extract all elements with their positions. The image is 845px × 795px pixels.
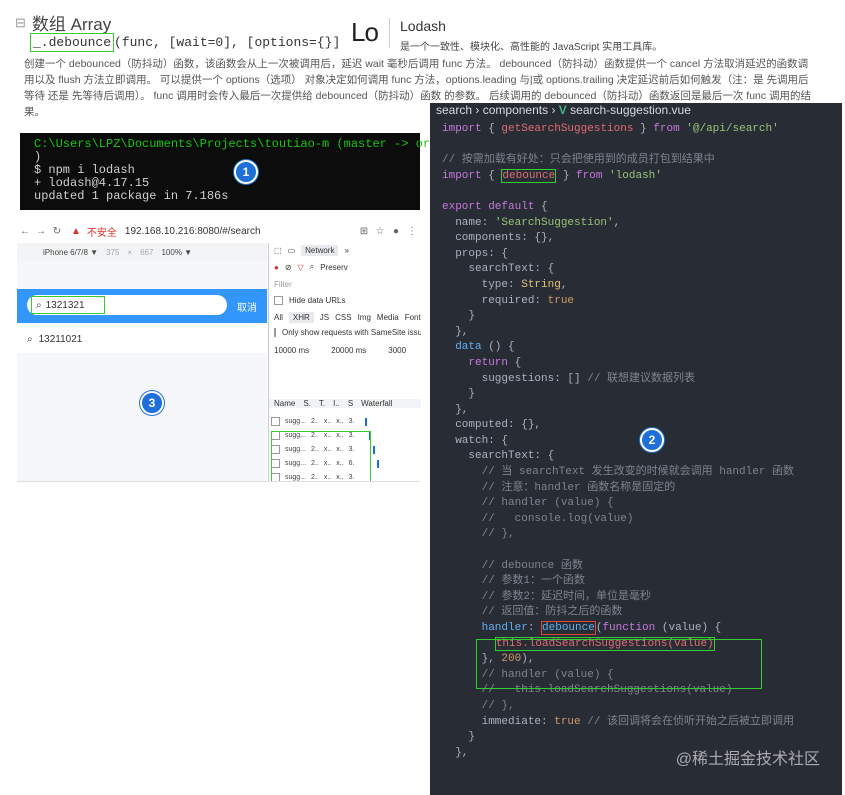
request-type: x.. bbox=[323, 418, 332, 425]
times-icon: × bbox=[127, 247, 133, 257]
lodash-badge: Lo Lodash 是一个一致性、模块化、高性能的 JavaScript 实用工… bbox=[342, 10, 706, 56]
type-xhr[interactable]: XHR bbox=[288, 312, 314, 323]
devtools-tabs: ⬚ ▭ Network » bbox=[269, 245, 421, 256]
type-filters: All XHR JS CSS Img Media Font bbox=[269, 312, 421, 323]
device-toolbar: iPhone 6/7/8 ▼ 375 × 667 100% ▼ bbox=[17, 243, 267, 261]
url-text[interactable]: 192.168.10.216:8080/#/search bbox=[125, 226, 261, 237]
handler-highlight bbox=[476, 639, 762, 689]
table-row[interactable]: sugg... 2.. x.. x.. 3. bbox=[271, 415, 421, 428]
type-css[interactable]: CSS bbox=[335, 313, 351, 322]
back-icon[interactable]: ← bbox=[17, 226, 33, 237]
terminal-prompt-path: C:\Users\LPZ\Documents\Projects\toutiao-… bbox=[34, 137, 459, 151]
timeline-tick: 20000 ms bbox=[331, 346, 367, 355]
step-badge-1: 1 bbox=[234, 160, 258, 184]
column-name[interactable]: Name bbox=[274, 399, 295, 408]
inspect-icon[interactable]: ⬚ bbox=[274, 246, 282, 255]
account-icon[interactable]: ● bbox=[388, 226, 404, 237]
docs-section-title: 数组 Array bbox=[31, 15, 112, 34]
type-all[interactable]: All bbox=[274, 313, 283, 322]
search-bar: ⌕ 1321321 取消 bbox=[17, 289, 267, 323]
debounce-name-highlight: _.debounce bbox=[30, 33, 115, 52]
code-editor[interactable]: search › components › V search-suggestio… bbox=[430, 103, 842, 795]
terminal-window[interactable]: C:\Users\LPZ\Documents\Projects\toutiao-… bbox=[20, 133, 459, 210]
column-type[interactable]: T. bbox=[319, 399, 325, 408]
column-status[interactable]: S. bbox=[303, 399, 311, 408]
samesite-label: Only show requests with SameSite issu bbox=[282, 328, 421, 337]
search-input-highlight: ⌕ 1321321 bbox=[31, 296, 105, 314]
search-icon[interactable]: ⌕ bbox=[310, 262, 314, 272]
lodash-name: Lodash bbox=[400, 18, 446, 34]
waterfall-bar bbox=[365, 417, 368, 426]
suggestion-text: 13211021 bbox=[38, 333, 83, 345]
insecure-label[interactable]: 不安全 bbox=[87, 224, 117, 239]
step-badge-2: 2 bbox=[640, 428, 664, 452]
more-tabs-icon[interactable]: » bbox=[344, 246, 348, 255]
cancel-button[interactable]: 取消 bbox=[237, 299, 257, 314]
filter-input[interactable]: Filter bbox=[269, 280, 421, 289]
device-select[interactable]: iPhone 6/7/8 ▼ bbox=[43, 248, 98, 257]
search-input[interactable]: ⌕ 1321321 bbox=[27, 295, 227, 315]
warning-icon: ▲ bbox=[71, 225, 81, 237]
timeline-tick: 10000 ms bbox=[274, 346, 310, 355]
menu-icon[interactable]: ⋮ bbox=[404, 226, 420, 237]
device-icon[interactable]: ▭ bbox=[288, 246, 296, 255]
star-icon[interactable]: ☆ bbox=[372, 226, 388, 237]
debounce-params: (func, [wait=0], [options={}]) bbox=[114, 35, 349, 50]
devtools-panel: ⬚ ▭ Network » ● ⊘ ▽ ⌕ Preserv Filter Hid… bbox=[268, 243, 421, 481]
browser-window: ← → ↻ ▲ 不安全 192.168.10.216:8080/#/search… bbox=[17, 219, 421, 482]
timeline-axis: 10000 ms 20000 ms 3000 bbox=[269, 346, 421, 355]
device-width[interactable]: 375 bbox=[106, 248, 119, 257]
request-table-header: Name S. T. I.. S Waterfall bbox=[269, 399, 421, 408]
type-font[interactable]: Font bbox=[405, 313, 421, 322]
divider bbox=[389, 18, 390, 48]
mobile-viewport: ⌕ 1321321 取消 ⌕ 13211021 bbox=[17, 261, 267, 481]
timeline-tick: 3000 bbox=[388, 346, 407, 355]
filter-icon[interactable]: ▽ bbox=[298, 263, 304, 272]
record-icon[interactable]: ● bbox=[274, 263, 279, 272]
waterfall-bar bbox=[373, 445, 376, 454]
zoom-select[interactable]: 100% ▼ bbox=[161, 248, 192, 257]
network-toolbar: ● ⊘ ▽ ⌕ Preserv bbox=[269, 262, 421, 272]
clear-icon[interactable]: ⊘ bbox=[285, 263, 292, 272]
debounce-description: 创建一个 debounced（防抖动）函数，该函数会从上一次被调用后，延迟 wa… bbox=[24, 58, 812, 118]
debounce-signature: _.debounce (func, [wait=0], [options={}]) bbox=[30, 33, 349, 52]
reload-icon[interactable]: ↻ bbox=[49, 226, 65, 237]
requests-highlight bbox=[271, 431, 371, 481]
watermark: @稀土掘金技术社区 bbox=[675, 751, 820, 768]
translate-icon[interactable]: ⊞ bbox=[356, 226, 372, 237]
lodash-logo: Lo bbox=[351, 17, 379, 47]
samesite-checkbox[interactable]: Only show requests with SameSite issu bbox=[269, 328, 421, 337]
hide-data-urls-checkbox[interactable]: Hide data URLs bbox=[269, 296, 421, 305]
lodash-tagline: 是一个一致性、模块化、高性能的 JavaScript 实用工具库。 bbox=[400, 42, 663, 53]
column-size[interactable]: S bbox=[348, 399, 353, 408]
address-bar: ← → ↻ ▲ 不安全 192.168.10.216:8080/#/search… bbox=[17, 219, 420, 243]
type-media[interactable]: Media bbox=[377, 313, 399, 322]
request-name: sugg... bbox=[285, 418, 307, 425]
step-badge-3: 3 bbox=[140, 391, 164, 415]
request-initiator: x.. bbox=[336, 418, 344, 425]
hide-data-urls-label: Hide data URLs bbox=[289, 296, 346, 305]
search-value: 1321321 bbox=[45, 299, 85, 311]
request-size: 3. bbox=[348, 418, 355, 425]
suggestion-item[interactable]: ⌕ 13211021 bbox=[17, 325, 267, 353]
column-initiator[interactable]: I.. bbox=[333, 399, 340, 408]
forward-icon[interactable]: → bbox=[33, 226, 49, 237]
waterfall-bar bbox=[377, 459, 380, 468]
type-js[interactable]: JS bbox=[320, 313, 329, 322]
collapse-icon[interactable]: ⊟ bbox=[15, 15, 26, 31]
device-height[interactable]: 667 bbox=[140, 248, 153, 257]
terminal-output-summary: updated 1 package in 7.186s bbox=[34, 189, 229, 203]
preserve-log-checkbox[interactable]: Preserv bbox=[320, 263, 348, 272]
request-status: 2.. bbox=[311, 418, 319, 425]
tab-network[interactable]: Network bbox=[301, 245, 339, 256]
search-icon: ⌕ bbox=[27, 333, 33, 345]
search-icon: ⌕ bbox=[36, 299, 42, 311]
type-img[interactable]: Img bbox=[358, 313, 371, 322]
column-waterfall[interactable]: Waterfall bbox=[361, 399, 392, 408]
docs-header: ⊟ 数组 Array bbox=[15, 10, 111, 35]
